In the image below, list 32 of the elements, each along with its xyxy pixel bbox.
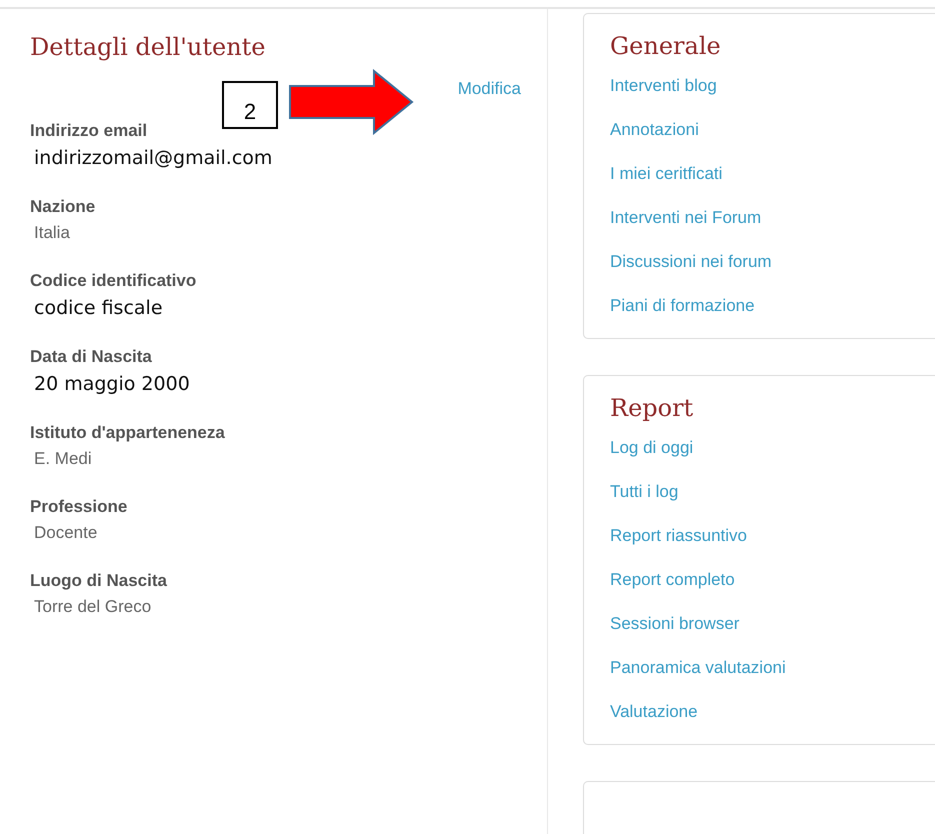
card-link[interactable]: Tutti i log [610,470,678,514]
field-value: Torre del Greco [33,596,152,618]
field-label: Istituto d'apparteneneza [30,422,225,444]
field-label: Nazione [30,196,96,218]
card-link[interactable]: Interventi blog [610,64,717,108]
field-label: Codice identificativo [30,270,196,292]
field-value: Italia [33,222,70,244]
field-value: codice fiscale [33,296,163,321]
card-title: Report [610,393,694,424]
card-title: Generale [610,31,721,62]
field-label: Indirizzo email [30,120,148,142]
card-link[interactable]: I miei ceritficati [610,152,722,196]
card-link[interactable]: Panoramica valutazioni [610,646,786,690]
card-link[interactable]: Interventi nei Forum [610,196,762,240]
field-label: Luogo di Nascita [30,570,167,592]
field-value: indirizzomail@gmail.com [33,146,272,171]
card-link[interactable]: Annotazioni [610,108,699,152]
field-label: Data di Nascita [30,346,152,368]
card-link[interactable]: Sessioni browser [610,602,740,646]
card-link[interactable]: Log di oggi [610,426,694,470]
card-link[interactable]: Discussioni nei forum [610,240,772,284]
field-value: E. Medi [33,448,92,470]
step-number: 2 [222,81,278,129]
card-link[interactable]: Report completo [610,558,735,602]
section-title: Dettagli dell'utente [30,32,266,63]
edit-link[interactable]: Modifica [458,77,521,101]
field-value: Docente [33,522,98,544]
card-link[interactable]: Piani di formazione [610,284,755,328]
card-link[interactable]: Report riassuntivo [610,514,748,558]
field-label: Professione [30,496,128,518]
field-value: 20 maggio 2000 [33,372,190,397]
card-link[interactable]: Valutazione [610,690,698,734]
